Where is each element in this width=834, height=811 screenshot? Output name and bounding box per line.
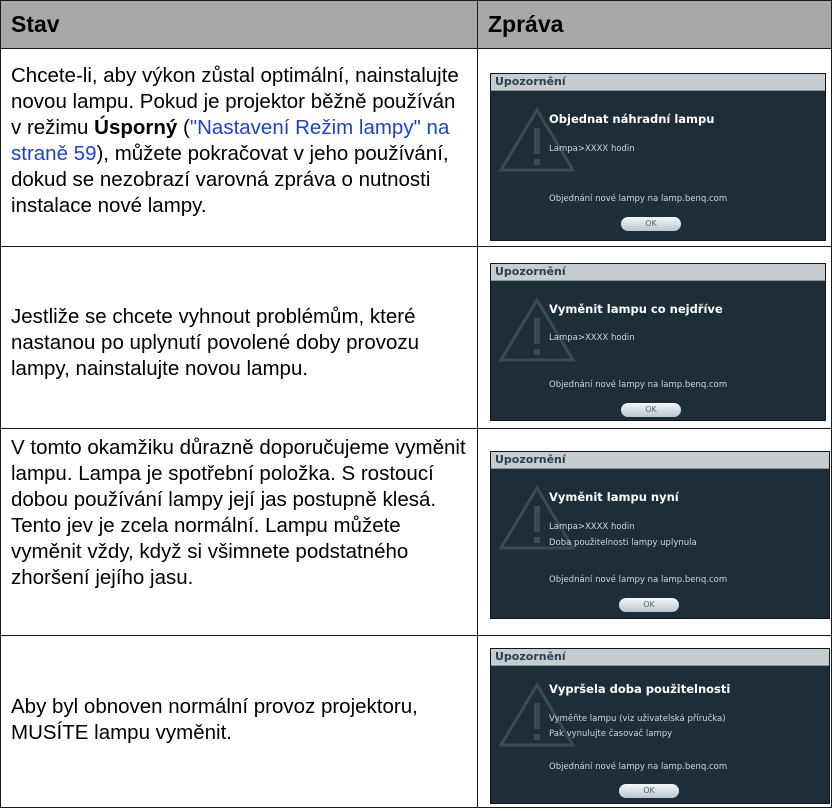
table-row: V tomto okamžiku důrazně doporučujeme vy… xyxy=(1,429,831,636)
header-status: Stav xyxy=(11,11,60,37)
dialog-title-bar: Upozornění xyxy=(491,649,829,666)
dialog-order-text: Objednání nové lampy na lamp.benq.com xyxy=(549,575,728,585)
dialog-heading: Vyměnit lampu nyní xyxy=(549,490,679,504)
dialog-title-bar: Upozornění xyxy=(491,452,829,469)
warning-dialog: Upozornění Vyměnit lampu nyní Lampa>XXXX… xyxy=(490,451,830,619)
dialog-heading: Objednat náhradní lampu xyxy=(549,112,715,126)
table-row: Aby byl obnoven normální provoz projekto… xyxy=(1,636,831,807)
ok-button[interactable]: OK xyxy=(619,598,679,612)
dialog-order-text: Objednání nové lampy na lamp.benq.com xyxy=(549,194,728,204)
dialog-title-bar: Upozornění xyxy=(491,74,825,91)
status-text: Aby byl obnoven normální provoz projekto… xyxy=(11,695,418,744)
dialog-order-text: Objednání nové lampy na lamp.benq.com xyxy=(549,762,728,772)
table-row: Jestliže se chcete vyhnout problémům, kt… xyxy=(1,247,831,429)
dialog-line: Vyměňte lampu (viz uživatelská příručka) xyxy=(549,714,726,724)
dialog-line: Doba použitelnosti lampy uplynula xyxy=(549,538,697,548)
lamp-message-table: Stav Zpráva Chcete-li, aby výkon zůstal … xyxy=(0,0,832,808)
warning-dialog: Upozornění Vyměnit lampu co nejdříve Lam… xyxy=(490,263,826,421)
table-row: Chcete-li, aby výkon zůstal optimální, n… xyxy=(1,49,831,247)
ok-button[interactable]: OK xyxy=(621,403,681,417)
bold-mode-name: Úsporný xyxy=(94,116,178,139)
dialog-heading: Vyměnit lampu co nejdříve xyxy=(549,302,723,316)
table-header: Stav Zpráva xyxy=(1,1,831,49)
status-text: V tomto okamžiku důrazně doporučujeme vy… xyxy=(11,436,466,589)
status-text: Jestliže se chcete vyhnout problémům, kt… xyxy=(11,305,420,380)
dialog-line: Lampa>XXXX hodin xyxy=(549,333,635,343)
dialog-line: Pak vynulujte časovač lampy xyxy=(549,729,673,739)
dialog-line: Lampa>XXXX hodin xyxy=(549,522,635,532)
dialog-title-bar: Upozornění xyxy=(491,264,825,281)
ok-button[interactable]: OK xyxy=(621,217,681,231)
status-text: Chcete-li, aby výkon zůstal optimální, n… xyxy=(11,64,459,217)
ok-button[interactable]: OK xyxy=(619,784,679,798)
dialog-line: Lampa>XXXX hodin xyxy=(549,144,635,154)
dialog-order-text: Objednání nové lampy na lamp.benq.com xyxy=(549,380,728,390)
dialog-heading: Vypršela doba použitelnosti xyxy=(549,682,731,696)
header-message: Zpráva xyxy=(488,11,564,37)
warning-dialog: Upozornění Objednat náhradní lampu Lampa… xyxy=(490,73,826,241)
warning-dialog: Upozornění Vypršela doba použitelnosti V… xyxy=(490,648,830,804)
